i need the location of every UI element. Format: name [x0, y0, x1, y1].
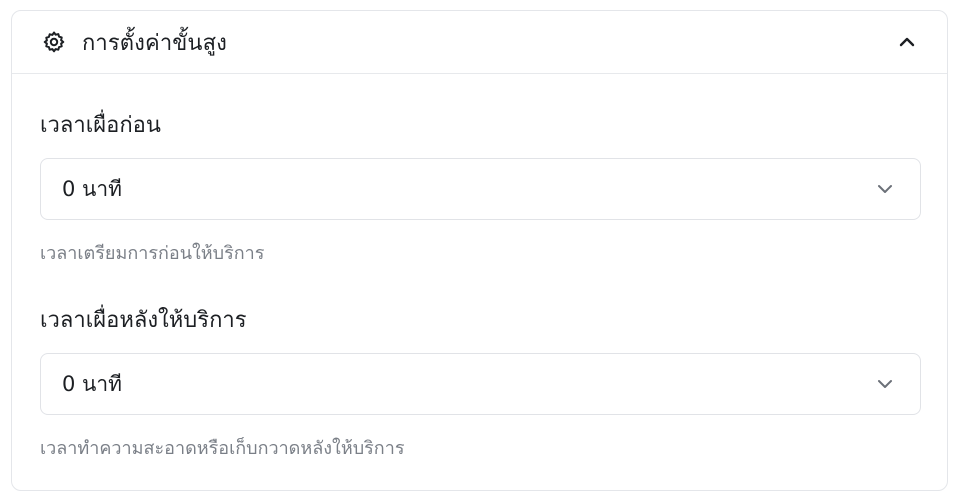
buffer-before-label: เวลาเผื่อก่อน	[40, 113, 161, 138]
advanced-settings-header[interactable]: การตั้งค่าขั้นสูง	[12, 11, 947, 74]
panel-title: การตั้งค่าขั้นสูง	[82, 30, 227, 56]
buffer-after-select[interactable]: 0 นาที	[40, 353, 921, 415]
gear-icon	[42, 30, 66, 54]
advanced-settings-panel: การตั้งค่าขั้นสูง เวลาเผื่อก่อน 0 นาที เ…	[11, 10, 948, 491]
buffer-after-hint: เวลาทำความสะอาดหรือเก็บกวาดหลังให้บริการ	[40, 438, 405, 459]
chevron-down-icon	[874, 373, 896, 395]
chevron-down-icon	[874, 178, 896, 200]
buffer-before-value: 0 นาที	[62, 176, 123, 201]
buffer-after-label: เวลาเผื่อหลังให้บริการ	[40, 308, 247, 333]
buffer-before-select[interactable]: 0 นาที	[40, 158, 921, 220]
buffer-before-hint: เวลาเตรียมการก่อนให้บริการ	[40, 243, 265, 264]
chevron-up-icon[interactable]	[895, 30, 919, 54]
buffer-after-value: 0 นาที	[62, 371, 123, 396]
